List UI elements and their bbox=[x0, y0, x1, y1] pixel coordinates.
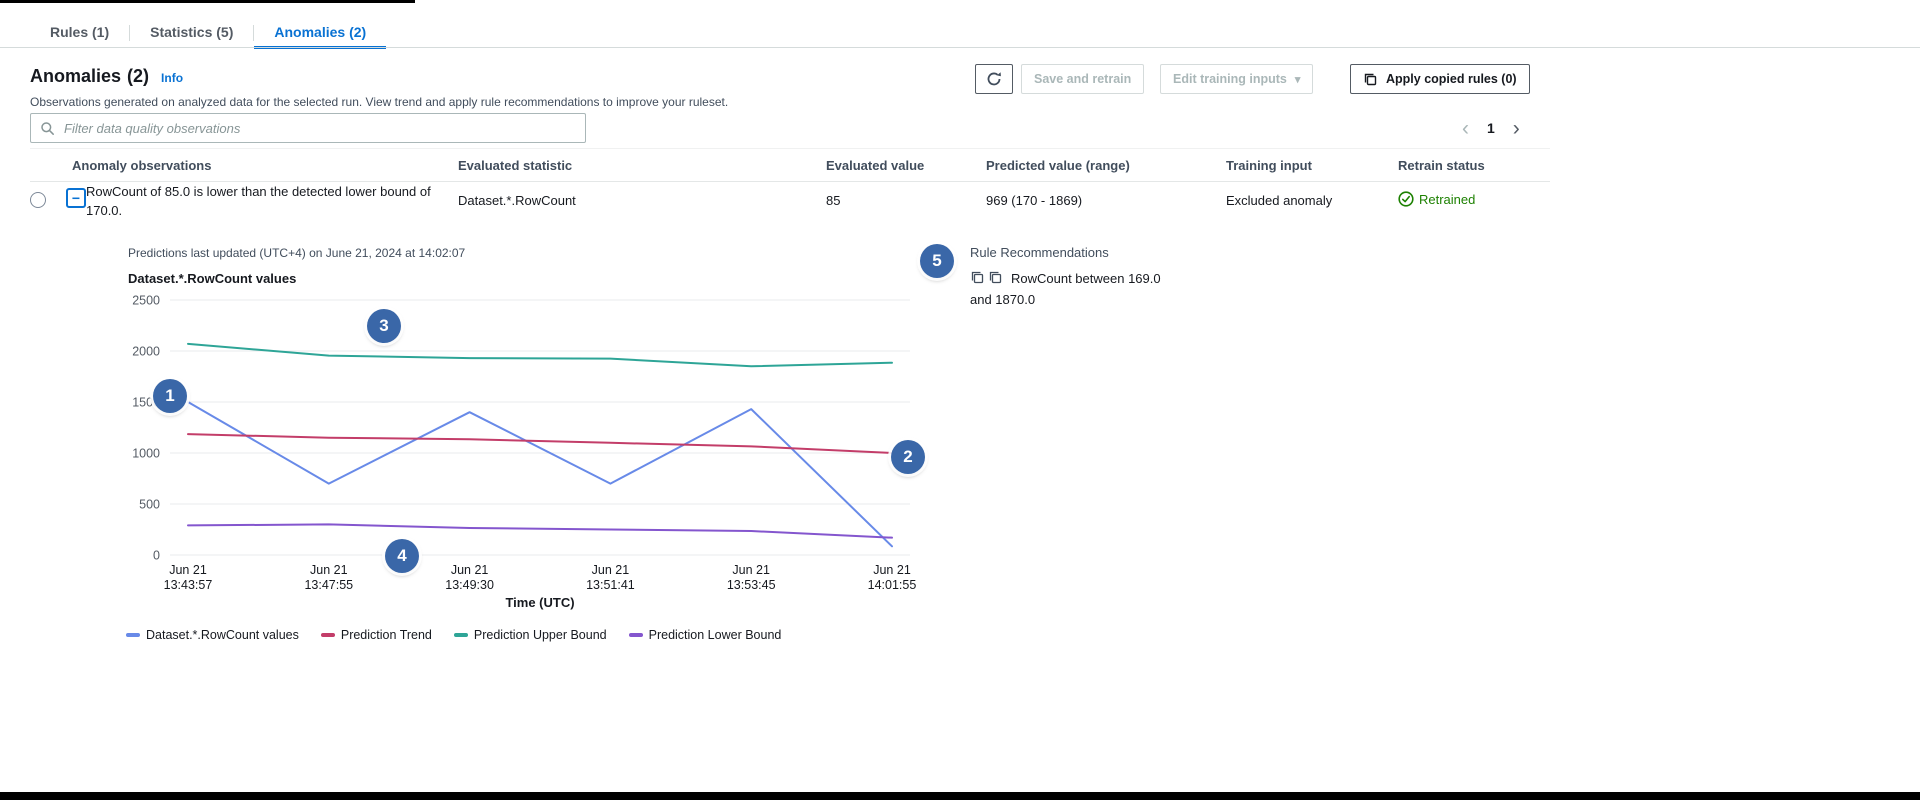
anomalies-page: Rules (1) Statistics (5) Anomalies (2) A… bbox=[0, 0, 1920, 800]
trend-chart: 05001000150020002500Jun 2113:43:57Jun 21… bbox=[110, 288, 920, 610]
info-link[interactable]: Info bbox=[161, 71, 183, 85]
svg-text:13:47:55: 13:47:55 bbox=[304, 578, 353, 592]
svg-text:Time (UTC): Time (UTC) bbox=[505, 595, 574, 610]
column-header-evaluated-value[interactable]: Evaluated value bbox=[826, 158, 924, 173]
tab-bar: Rules (1) Statistics (5) Anomalies (2) bbox=[30, 16, 386, 49]
column-header-predicted-value[interactable]: Predicted value (range) bbox=[986, 158, 1130, 173]
check-circle-icon bbox=[1398, 191, 1414, 207]
svg-text:Jun 21: Jun 21 bbox=[732, 563, 770, 577]
svg-text:500: 500 bbox=[139, 498, 160, 512]
svg-text:13:51:41: 13:51:41 bbox=[586, 578, 635, 592]
legend-swatch bbox=[321, 633, 335, 637]
legend-label: Dataset.*.RowCount values bbox=[146, 628, 299, 642]
filter-box bbox=[30, 113, 586, 143]
svg-text:Jun 21: Jun 21 bbox=[169, 563, 207, 577]
annotation-badge-1: 1 bbox=[153, 379, 187, 413]
legend-label: Prediction Trend bbox=[341, 628, 432, 642]
pagination: ‹ 1 › bbox=[1462, 113, 1520, 143]
svg-text:13:43:57: 13:43:57 bbox=[164, 578, 213, 592]
predictions-updated-note: Predictions last updated (UTC+4) on June… bbox=[128, 246, 465, 260]
svg-text:Jun 21: Jun 21 bbox=[310, 563, 348, 577]
tab-rules[interactable]: Rules (1) bbox=[30, 16, 129, 49]
legend-item[interactable]: Prediction Upper Bound bbox=[454, 628, 607, 642]
panel-header: Anomalies (2) Info bbox=[30, 66, 183, 87]
save-and-retrain-button[interactable]: Save and retrain bbox=[1021, 64, 1144, 94]
retrain-status-label: Retrained bbox=[1419, 192, 1475, 207]
svg-text:13:49:30: 13:49:30 bbox=[445, 578, 494, 592]
search-icon bbox=[40, 121, 55, 136]
refresh-icon bbox=[986, 71, 1002, 87]
legend-item[interactable]: Dataset.*.RowCount values bbox=[126, 628, 299, 642]
refresh-button[interactable] bbox=[975, 64, 1013, 94]
legend-swatch bbox=[454, 633, 468, 637]
filter-input[interactable] bbox=[62, 120, 576, 137]
page-number[interactable]: 1 bbox=[1487, 120, 1495, 136]
copy-icon[interactable] bbox=[988, 270, 1003, 285]
chart-legend: Dataset.*.RowCount values Prediction Tren… bbox=[126, 628, 781, 642]
anomaly-observation-text: RowCount of 85.0 is lower than the detec… bbox=[86, 182, 438, 220]
tabs-divider bbox=[0, 47, 1920, 48]
svg-text:Jun 21: Jun 21 bbox=[873, 563, 911, 577]
column-header-training-input[interactable]: Training input bbox=[1226, 158, 1312, 173]
annotation-badge-5: 5 bbox=[920, 244, 954, 278]
svg-text:14:01:55: 14:01:55 bbox=[868, 578, 917, 592]
rule-recommendations: Rule Recommendations RowCount between 16… bbox=[970, 245, 1182, 309]
annotation-badge-3: 3 bbox=[367, 309, 401, 343]
rule-copy-icons bbox=[970, 270, 1006, 290]
training-input-value: Excluded anomaly bbox=[1226, 193, 1332, 208]
retrain-status-badge: Retrained bbox=[1398, 191, 1475, 207]
chevron-down-icon: ▾ bbox=[1295, 73, 1301, 86]
legend-item[interactable]: Prediction Lower Bound bbox=[629, 628, 782, 642]
chart-title: Dataset.*.RowCount values bbox=[128, 271, 296, 286]
rule-recommendation-item: RowCount between 169.0 and 1870.0 bbox=[970, 269, 1182, 309]
legend-swatch bbox=[629, 633, 643, 637]
row-select-radio[interactable] bbox=[30, 192, 46, 208]
legend-item[interactable]: Prediction Trend bbox=[321, 628, 432, 642]
top-edge-strip bbox=[0, 0, 415, 3]
svg-text:2000: 2000 bbox=[132, 345, 160, 359]
svg-text:2500: 2500 bbox=[132, 294, 160, 308]
legend-label: Prediction Lower Bound bbox=[649, 628, 782, 642]
predicted-range-value: 969 (170 - 1869) bbox=[986, 193, 1082, 208]
previous-page-icon[interactable]: ‹ bbox=[1462, 118, 1469, 139]
apply-copied-rules-label: Apply copied rules (0) bbox=[1386, 72, 1517, 86]
tab-statistics[interactable]: Statistics (5) bbox=[130, 16, 253, 49]
copy-icon[interactable] bbox=[970, 270, 985, 285]
column-header-anomaly-observations[interactable]: Anomaly observations bbox=[72, 158, 211, 173]
evaluated-value: 85 bbox=[826, 193, 840, 208]
save-and-retrain-label: Save and retrain bbox=[1034, 72, 1131, 86]
page-title-count: (2) bbox=[127, 66, 149, 87]
bottom-edge-bar bbox=[0, 792, 1920, 800]
column-header-evaluated-statistic[interactable]: Evaluated statistic bbox=[458, 158, 572, 173]
next-page-icon[interactable]: › bbox=[1513, 118, 1520, 139]
svg-text:0: 0 bbox=[153, 549, 160, 563]
edit-training-inputs-label: Edit training inputs bbox=[1173, 72, 1287, 86]
page-title: Anomalies bbox=[30, 66, 121, 87]
tab-anomalies[interactable]: Anomalies (2) bbox=[254, 16, 386, 49]
rule-recommendations-title: Rule Recommendations bbox=[970, 245, 1182, 260]
svg-text:13:53:45: 13:53:45 bbox=[727, 578, 776, 592]
evaluated-statistic-value: Dataset.*.RowCount bbox=[458, 193, 576, 208]
panel-description: Observations generated on analyzed data … bbox=[30, 95, 728, 109]
column-header-retrain-status[interactable]: Retrain status bbox=[1398, 158, 1485, 173]
svg-text:1000: 1000 bbox=[132, 447, 160, 461]
svg-text:Jun 21: Jun 21 bbox=[592, 563, 630, 577]
table-header-row: Anomaly observations Evaluated statistic… bbox=[30, 148, 1550, 182]
collapse-icon: − bbox=[72, 191, 80, 205]
collapse-row-button[interactable]: − bbox=[66, 188, 86, 208]
annotation-badge-4: 4 bbox=[385, 539, 419, 573]
svg-text:Jun 21: Jun 21 bbox=[451, 563, 489, 577]
legend-swatch bbox=[126, 633, 140, 637]
legend-label: Prediction Upper Bound bbox=[474, 628, 607, 642]
annotation-badge-2: 2 bbox=[891, 440, 925, 474]
apply-copied-rules-button[interactable]: Apply copied rules (0) bbox=[1350, 64, 1530, 94]
edit-training-inputs-button[interactable]: Edit training inputs ▾ bbox=[1160, 64, 1313, 94]
copy-icon bbox=[1363, 72, 1378, 87]
